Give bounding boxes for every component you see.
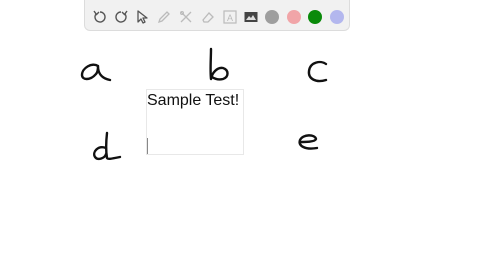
pen-icon[interactable] bbox=[156, 9, 172, 25]
text-box-content: Sample Test! bbox=[147, 92, 240, 109]
handwritten-letter-b bbox=[209, 47, 229, 81]
text-icon[interactable]: A bbox=[222, 9, 238, 25]
undo-icon[interactable] bbox=[92, 9, 108, 25]
redo-icon[interactable] bbox=[113, 9, 129, 25]
handwritten-letter-d bbox=[93, 131, 122, 161]
color-swatch-pink[interactable] bbox=[287, 10, 301, 24]
image-icon[interactable] bbox=[243, 9, 259, 25]
handwritten-letter-c bbox=[307, 60, 328, 83]
svg-text:A: A bbox=[227, 13, 233, 23]
color-swatch-lavender[interactable] bbox=[330, 10, 344, 24]
color-swatch-green[interactable] bbox=[308, 10, 322, 24]
handwritten-letter-e bbox=[298, 134, 319, 150]
color-swatch-gray[interactable] bbox=[265, 10, 279, 24]
canvas-text-box[interactable]: Sample Test! bbox=[146, 89, 244, 155]
handwritten-letter-a bbox=[80, 63, 112, 82]
shapes-icon[interactable] bbox=[178, 9, 194, 25]
select-pointer-icon[interactable] bbox=[134, 9, 150, 25]
drawing-toolbar: A bbox=[84, 0, 350, 31]
text-caret bbox=[147, 138, 148, 154]
eraser-icon[interactable] bbox=[200, 9, 216, 25]
